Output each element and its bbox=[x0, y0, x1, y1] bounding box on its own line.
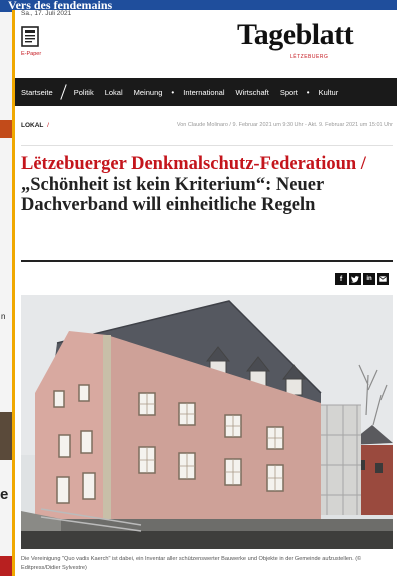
nav-dropdown-icon[interactable]: • bbox=[171, 88, 174, 97]
facebook-icon[interactable]: f bbox=[335, 273, 347, 285]
epaper-link[interactable]: E-Paper bbox=[21, 51, 41, 57]
headline-title: „Schönheit ist kein Kriterium“: Neuer Da… bbox=[21, 174, 324, 216]
nav-item-sport[interactable]: Sport bbox=[280, 88, 298, 97]
nav-item-startseite[interactable]: Startseite bbox=[21, 88, 53, 97]
byline: Von Claude Molinaro / 9. Februar 2021 um… bbox=[176, 122, 393, 128]
twitter-icon[interactable] bbox=[349, 273, 361, 285]
share-buttons: f in bbox=[335, 273, 389, 285]
nav-item-international[interactable]: International bbox=[183, 88, 224, 97]
logo-subtitle: LËTZEBUERG bbox=[290, 54, 329, 60]
newspaper-icon[interactable] bbox=[21, 26, 39, 47]
background-text-fragment: e bbox=[0, 486, 9, 503]
nav-dropdown-icon[interactable]: • bbox=[307, 88, 310, 97]
section-separator: / bbox=[47, 122, 49, 129]
nav-item-meinung[interactable]: Meinung bbox=[134, 88, 163, 97]
background-text-fragment: n bbox=[1, 312, 6, 321]
divider bbox=[21, 145, 393, 146]
headline-divider bbox=[21, 260, 393, 262]
article-meta: LOKAL / Von Claude Molinaro / 9. Februar… bbox=[21, 122, 393, 134]
article-photo[interactable] bbox=[21, 295, 393, 549]
nav-separator bbox=[59, 84, 67, 100]
nav-item-wirtschaft[interactable]: Wirtschaft bbox=[236, 88, 269, 97]
background-image-fragment bbox=[0, 412, 12, 460]
background-image-fragment bbox=[0, 556, 12, 576]
nav-item-kultur[interactable]: Kultur bbox=[319, 88, 339, 97]
linkedin-icon[interactable]: in bbox=[363, 273, 375, 285]
mail-icon[interactable] bbox=[377, 273, 389, 285]
background-image-fragment bbox=[0, 120, 12, 138]
photo-caption: Die Vereinigung "Quo vadis Kaerch" ist d… bbox=[21, 556, 362, 571]
nav-item-politik[interactable]: Politik bbox=[74, 88, 94, 97]
current-date: Sa., 17. Juli 2021 bbox=[21, 10, 72, 17]
site-logo[interactable]: Tageblatt bbox=[237, 18, 354, 52]
site-header: Sa., 17. Juli 2021 E-Paper Tageblatt LËT… bbox=[15, 10, 397, 80]
headline-kicker: Lëtzebuerger Denkmalschutz-Federatioun / bbox=[21, 154, 366, 174]
section-label[interactable]: LOKAL / bbox=[21, 122, 49, 129]
article-headline: Lëtzebuerger Denkmalschutz-Federatioun /… bbox=[21, 154, 393, 216]
main-nav: Startseite Politik Lokal Meinung • Inter… bbox=[15, 78, 397, 106]
section-name[interactable]: LOKAL bbox=[21, 122, 43, 129]
article-window: Sa., 17. Juli 2021 E-Paper Tageblatt LËT… bbox=[12, 10, 397, 576]
nav-item-lokal[interactable]: Lokal bbox=[105, 88, 123, 97]
